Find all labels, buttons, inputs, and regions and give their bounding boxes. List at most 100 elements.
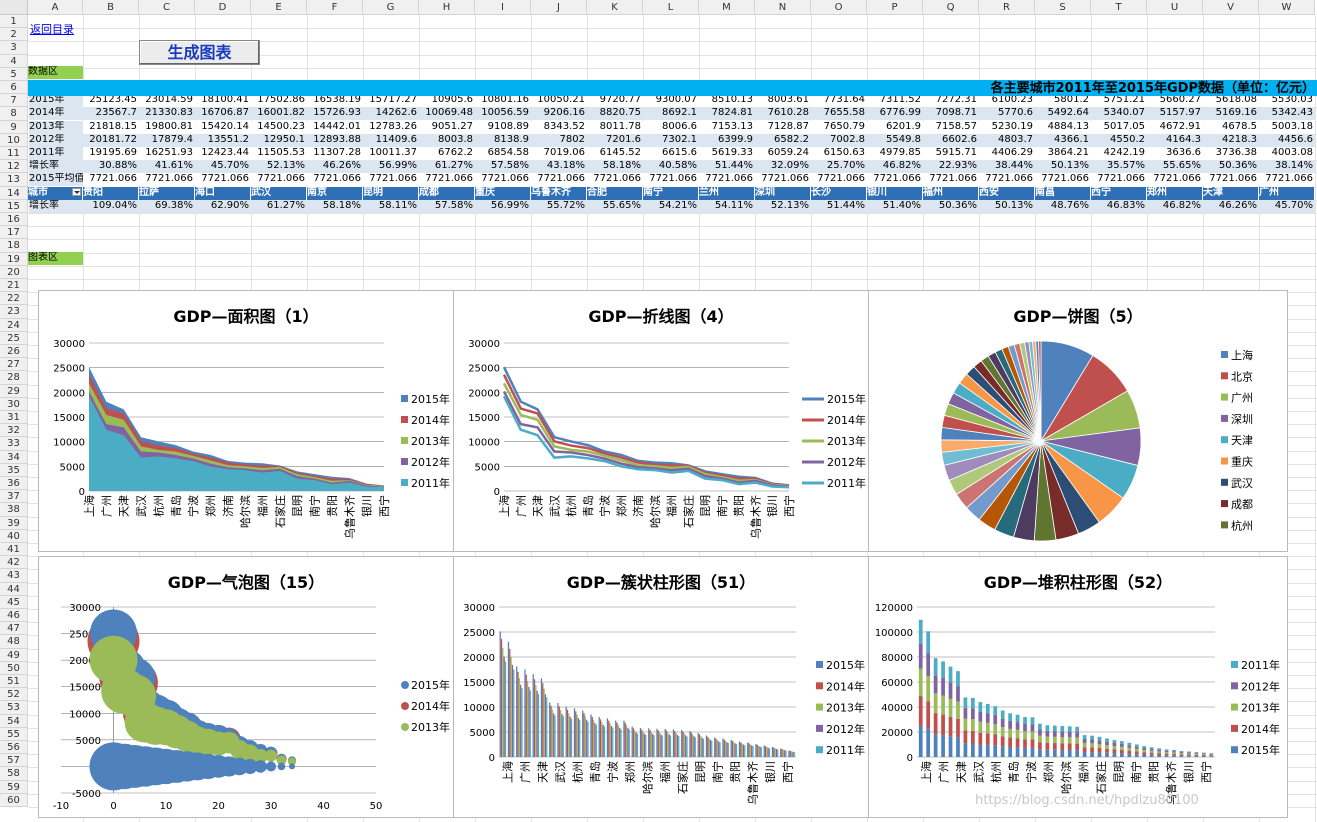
generate-chart-button[interactable]: 生成图表 [139,40,260,65]
column [639,727,642,757]
stacked-column-chart[interactable]: GDP—堆积柱形图（52） 0 20000 40000 60000 80000 100000… [868,556,1288,818]
stacked-segment [1209,753,1214,754]
row-header: 43 [0,569,28,583]
legend-label: 2011年 [826,743,865,757]
stacked-segment [1179,750,1184,753]
value-cell: 7721.066 [979,173,1035,187]
city-header-cell: 兰州 [699,186,755,200]
y-tick-label: 80000 [881,653,913,664]
value-cell: 4164.3 [1147,133,1203,147]
stacked-segment [1052,743,1057,750]
value-cell: 4678.5 [1203,120,1259,134]
x-tick-label: 10 [160,801,173,812]
value-cell: 7721.066 [643,173,699,187]
column [510,656,512,757]
stacked-segment [1201,755,1206,756]
x-category-label: 福州 [1077,761,1091,783]
value-cell: 7802 [531,133,587,147]
value-cell: 4672.91 [1147,120,1203,134]
stacked-segment [985,733,990,745]
back-to-index-link[interactable]: 返回目录 [30,24,74,35]
stacked-segment [1008,713,1012,721]
x-category-label: 上海 [501,761,515,783]
x-category-label: 青岛 [588,761,602,783]
bubble [289,763,295,770]
x-category-label: 福州 [658,761,672,783]
column [697,733,699,757]
stacked-segment [956,701,960,719]
row-label-cell: 2014年 [29,107,83,121]
bubble [265,761,277,772]
stacked-segment [1112,753,1117,757]
line-chart[interactable]: GDP—折线图（4） 0 5000 10000 15000 20000 25000 30000… [453,290,869,552]
value-cell: 5801.2 [1035,94,1091,108]
legend-swatch [401,416,408,423]
column-header-r: R [979,0,1035,15]
growth-rate-cell: 50.36% [923,199,979,213]
stacked-segment [963,743,968,757]
column [669,735,672,757]
stacked-segment [1201,752,1206,754]
column [566,709,569,757]
stacked-segment [993,745,998,757]
column [784,750,786,757]
stacked-segment [1082,747,1087,752]
value-cell: 7302.1 [643,133,699,147]
city-header-cell: 重庆 [475,186,531,200]
legend-swatch [1221,372,1228,380]
legend-swatch [816,703,823,711]
stacked-segment [1067,737,1072,744]
filter-dropdown-icon[interactable] [72,187,81,196]
legend-swatch [816,682,823,690]
stacked-segment [1157,748,1161,750]
stacked-segment [1194,753,1199,755]
stacked-segment [1164,752,1169,754]
x-category-label: 青岛 [581,495,595,517]
stacked-segment [1097,736,1102,741]
legend-label: 2012年 [827,455,866,469]
value-cell: 5492.64 [1035,107,1091,121]
stacked-segment [1172,753,1176,756]
bubble-chart[interactable]: GDP—气泡图（15）-5000050001000015000200002500… [38,556,454,818]
value-cell: 5915.71 [923,147,979,160]
value-cell: 55.65% [1147,160,1203,174]
stacked-segment [1015,729,1020,739]
x-category-label: 郑州 [623,761,637,783]
column [748,743,750,757]
value-cell: 7721.066 [1203,173,1259,187]
x-category-label: 郑州 [614,495,628,517]
y-tick-label: 30000 [69,603,101,614]
value-cell: 4884.13 [1035,120,1091,134]
row-header: 42 [0,556,28,570]
column [583,713,585,757]
value-cell: 6854.58 [475,147,531,160]
row-header: 46 [0,609,28,623]
legend-swatch [1231,682,1238,690]
column [707,736,709,757]
column [504,661,507,757]
row-label-cell: 2015年 [29,94,83,108]
value-cell: 7824.81 [699,107,755,121]
pie-chart[interactable]: GDP—饼图（5） 上海 北京 广州 深圳 天津 重庆 武汉 成都 杭州 [868,290,1288,552]
column [711,740,713,757]
column [602,724,604,757]
x-category-label: 贵阳 [326,495,339,517]
column [782,749,784,757]
select-all-corner[interactable] [0,0,28,15]
row-header: 20 [0,265,28,279]
clustered-column-chart[interactable]: GDP—簇状柱形图（51） 0 5000 10000 15000 20000 25000 30… [453,556,869,818]
data-area-label: 数据区 [28,66,83,79]
city-header-cell: 福州 [923,186,979,200]
column [709,739,712,757]
stacked-segment [1157,753,1161,755]
column [535,685,537,757]
city-header-cell: 乌鲁木齐 [531,186,587,200]
legend-label: 上海 [1231,348,1253,362]
growth-rate-cell: 69.38% [139,199,195,213]
area-chart[interactable]: GDP—面积图（1） 0 5000 10000 15000 20000 25000 30000… [38,290,454,552]
stacked-segment [1045,749,1050,757]
value-cell: 8003.8 [419,133,475,147]
legend-label: 2012年 [411,455,450,469]
watermark: https://blog.csdn.net/hpdlzu80100 [975,793,1199,808]
x-category-label: 武汉 [972,761,985,783]
